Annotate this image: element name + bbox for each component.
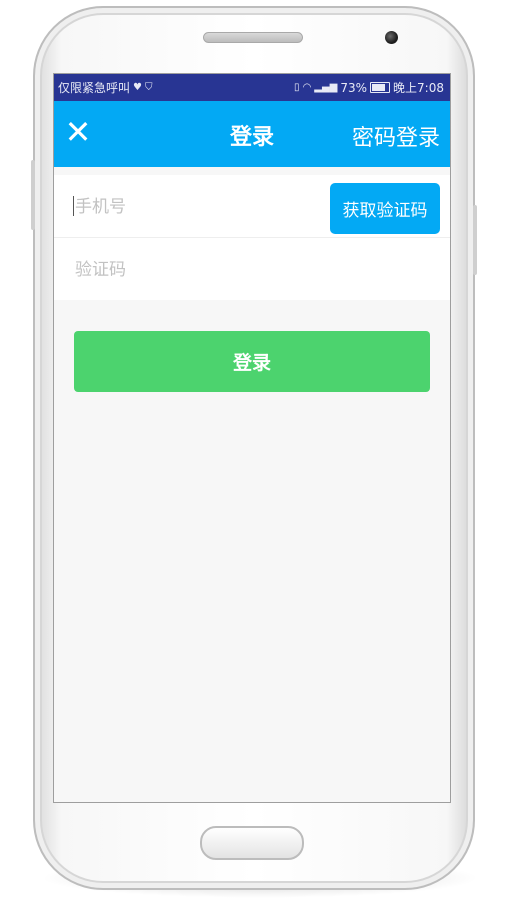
front-camera <box>385 31 398 44</box>
earpiece-speaker <box>203 32 303 43</box>
phone-row: 获取验证码 <box>54 175 450 239</box>
status-bar: 仅限紧急呼叫 ♥ ⛉ ▯ ◠ ▂▄▆ 73% 晚上7:08 <box>54 74 450 101</box>
code-row <box>54 238 450 302</box>
text-cursor <box>73 196 74 216</box>
password-login-link[interactable]: 密码登录 <box>352 120 440 152</box>
app-bar: ✕ 登录 密码登录 <box>54 101 450 167</box>
shield-icon: ⛉ <box>144 82 153 93</box>
phone-input[interactable] <box>73 175 317 239</box>
vibrate-icon: ▯ <box>294 82 300 93</box>
power-button <box>31 160 35 230</box>
carrier-text: 仅限紧急呼叫 <box>58 81 131 95</box>
phone-screen: 仅限紧急呼叫 ♥ ⛉ ▯ ◠ ▂▄▆ 73% 晚上7:08 ✕ 登录 密码登录 … <box>53 73 451 803</box>
signal-icon: ▂▄▆ <box>314 82 338 93</box>
home-button[interactable] <box>200 826 304 860</box>
get-code-button[interactable]: 获取验证码 <box>330 183 440 234</box>
login-form: 获取验证码 <box>54 175 450 302</box>
code-input[interactable] <box>73 238 317 302</box>
heart-icon: ♥ <box>133 82 142 93</box>
clock: 晚上7:08 <box>393 81 444 95</box>
volume-button <box>473 205 477 275</box>
battery-percent: 73% <box>340 80 368 95</box>
wifi-icon: ◠ <box>302 82 312 93</box>
login-button[interactable]: 登录 <box>74 331 430 392</box>
battery-icon <box>370 82 391 93</box>
status-left: 仅限紧急呼叫 ♥ ⛉ <box>58 79 152 96</box>
status-right: ▯ ◠ ▂▄▆ 73% 晚上7:08 <box>294 79 444 96</box>
